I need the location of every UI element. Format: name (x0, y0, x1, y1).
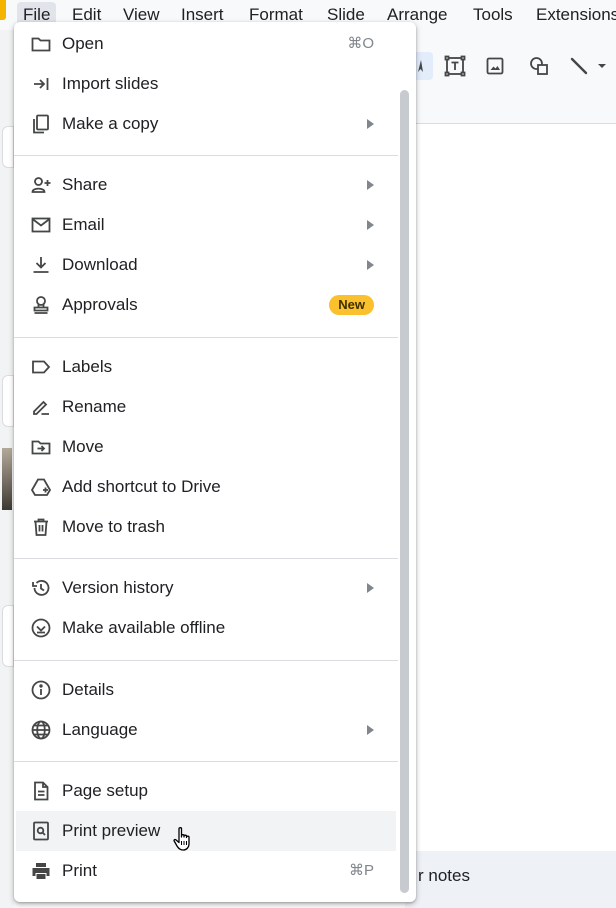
image-icon[interactable] (481, 52, 509, 80)
submenu-arrow-icon (367, 220, 374, 230)
menu-item-label: Page setup (62, 781, 149, 800)
menu-item-labels[interactable]: Labels (16, 347, 396, 387)
menu-item-label: Make a copy (62, 114, 159, 133)
menu-item-label: Rename (62, 397, 127, 416)
slide-thumbnail[interactable] (2, 605, 14, 667)
menu-item-label: Open (62, 34, 104, 53)
menu-item-print[interactable]: Print ⌘P (16, 851, 396, 891)
menu-extensions[interactable]: Extensions (530, 2, 616, 28)
trash-icon (30, 516, 52, 538)
import-icon (30, 73, 52, 95)
rename-icon (30, 396, 52, 418)
menu-item-approvals[interactable]: Approvals New (16, 285, 396, 325)
menu-item-language[interactable]: Language (16, 710, 396, 750)
page-icon (30, 780, 52, 802)
text-box-icon[interactable] (441, 52, 469, 80)
menu-item-label: Make available offline (62, 618, 226, 637)
slide-thumbnail[interactable] (2, 126, 14, 168)
mail-icon (30, 214, 52, 236)
menu-item-make-available-offline[interactable]: Make available offline (16, 608, 396, 648)
slides-app: File Edit View Insert Format Slide Arran… (0, 0, 616, 908)
line-icon[interactable] (565, 52, 593, 80)
slide-thumbnail-image[interactable] (2, 448, 12, 510)
submenu-arrow-icon (367, 260, 374, 270)
menu-item-open[interactable]: Open ⌘O (16, 24, 396, 64)
menu-item-label: Add shortcut to Drive (62, 477, 221, 496)
folder-icon (30, 33, 52, 55)
menu-item-label: Version history (62, 578, 174, 597)
submenu-arrow-icon (367, 119, 374, 129)
menu-item-label: Email (62, 215, 105, 234)
menu-divider (14, 761, 398, 762)
menu-item-download[interactable]: Download (16, 245, 396, 285)
menu-item-print-preview[interactable]: Print preview (16, 811, 396, 851)
menu-divider (14, 558, 398, 559)
approvals-icon (30, 294, 52, 316)
menu-item-label: Approvals (62, 295, 138, 314)
submenu-arrow-icon (367, 180, 374, 190)
menu-item-make-a-copy[interactable]: Make a copy (16, 104, 396, 144)
printer-icon (30, 860, 52, 882)
toolbar (405, 44, 616, 88)
menu-divider (14, 337, 398, 338)
file-menu: Open ⌘O Import slides Make a copy Share (14, 22, 416, 902)
history-icon (30, 577, 52, 599)
keyboard-shortcut: ⌘O (347, 35, 374, 52)
shapes-icon[interactable] (525, 52, 553, 80)
globe-icon (30, 719, 52, 741)
menu-divider (14, 155, 398, 156)
offline-icon (30, 617, 52, 639)
hand-cursor-icon (172, 826, 194, 852)
menu-item-move[interactable]: Move (16, 427, 396, 467)
menu-item-share[interactable]: Share (16, 165, 396, 205)
dropdown-arrow-icon[interactable] (593, 52, 611, 80)
menu-item-page-setup[interactable]: Page setup (16, 771, 396, 811)
slides-logo (0, 0, 6, 20)
submenu-arrow-icon (367, 583, 374, 593)
submenu-arrow-icon (367, 725, 374, 735)
menu-item-move-to-trash[interactable]: Move to trash (16, 507, 396, 547)
new-badge: New (329, 295, 374, 315)
menu-item-label: Language (62, 720, 138, 739)
slide-thumbnail-strip (0, 30, 14, 908)
slide-canvas[interactable] (405, 124, 616, 851)
menu-item-label: Print preview (62, 821, 161, 840)
menu-item-label: Move (62, 437, 104, 456)
slide-thumbnail[interactable] (2, 375, 14, 427)
menu-item-label: Details (62, 680, 114, 699)
menu-tools[interactable]: Tools (467, 2, 519, 28)
menu-item-label: Share (62, 175, 108, 194)
menu-item-add-shortcut[interactable]: Add shortcut to Drive (16, 467, 396, 507)
menu-item-details[interactable]: Details (16, 670, 396, 710)
menu-item-label: Import slides (62, 74, 159, 93)
menu-item-rename[interactable]: Rename (16, 387, 396, 427)
menu-item-import-slides[interactable]: Import slides (16, 64, 396, 104)
menu-item-label: Labels (62, 357, 113, 376)
label-icon (30, 356, 52, 378)
menu-divider (14, 660, 398, 661)
menu-item-label: Print (62, 861, 97, 880)
copy-icon (30, 113, 52, 135)
menu-item-label: Download (62, 255, 138, 274)
info-icon (30, 679, 52, 701)
menu-item-version-history[interactable]: Version history (16, 568, 396, 608)
menu-item-label: Move to trash (62, 517, 165, 536)
keyboard-shortcut: ⌘P (348, 862, 374, 879)
menu-item-email[interactable]: Email (16, 205, 396, 245)
menu-scrollbar[interactable] (400, 90, 409, 893)
person-add-icon (30, 174, 52, 196)
print-preview-icon (30, 820, 52, 842)
speaker-notes-placeholder: r notes (418, 866, 470, 885)
download-icon (30, 254, 52, 276)
drive-shortcut-icon (30, 476, 52, 498)
move-folder-icon (30, 436, 52, 458)
